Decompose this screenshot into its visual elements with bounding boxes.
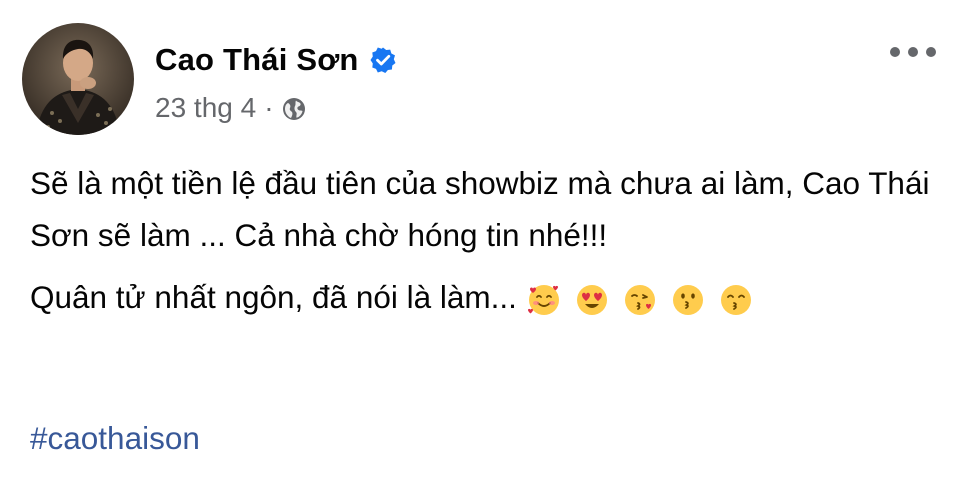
author-row: Cao Thái Sơn <box>155 38 397 82</box>
post-paragraph-2-text: Quân tử nhất ngôn, đã nói là làm... <box>30 279 517 315</box>
more-options-dot <box>926 47 936 57</box>
post-meta: 23 thg 4 · <box>155 92 397 124</box>
post-header: Cao Thái Sơn 23 thg 4 · <box>155 38 397 124</box>
smiling-face-with-hearts-icon <box>527 280 561 315</box>
verified-badge-icon <box>369 46 397 74</box>
post-paragraph-2: Quân tử nhất ngôn, đã nói là làm... <box>30 271 930 323</box>
emoji-row <box>527 280 767 315</box>
post-paragraph-1: Sẽ là một tiền lệ đầu tiên của showbiz m… <box>30 165 930 253</box>
more-options-button[interactable] <box>890 40 936 64</box>
more-options-dot <box>908 47 918 57</box>
author-avatar[interactable] <box>22 23 134 135</box>
globe-icon[interactable] <box>282 96 306 120</box>
kissing-smiling-eyes-icon <box>719 280 753 315</box>
face-blowing-kiss-icon <box>623 280 657 315</box>
kissing-face-icon <box>671 280 705 315</box>
heart-eyes-icon <box>575 280 609 315</box>
facebook-post: Cao Thái Sơn 23 thg 4 · Sẽ là một tiền l… <box>0 0 960 494</box>
post-date[interactable]: 23 thg 4 <box>155 92 256 124</box>
post-body: Sẽ là một tiền lệ đầu tiên của showbiz m… <box>30 157 930 323</box>
meta-separator: · <box>264 92 274 123</box>
hashtag-link[interactable]: #caothaison <box>30 420 200 457</box>
author-name[interactable]: Cao Thái Sơn <box>155 42 359 78</box>
more-options-icon <box>890 47 900 57</box>
